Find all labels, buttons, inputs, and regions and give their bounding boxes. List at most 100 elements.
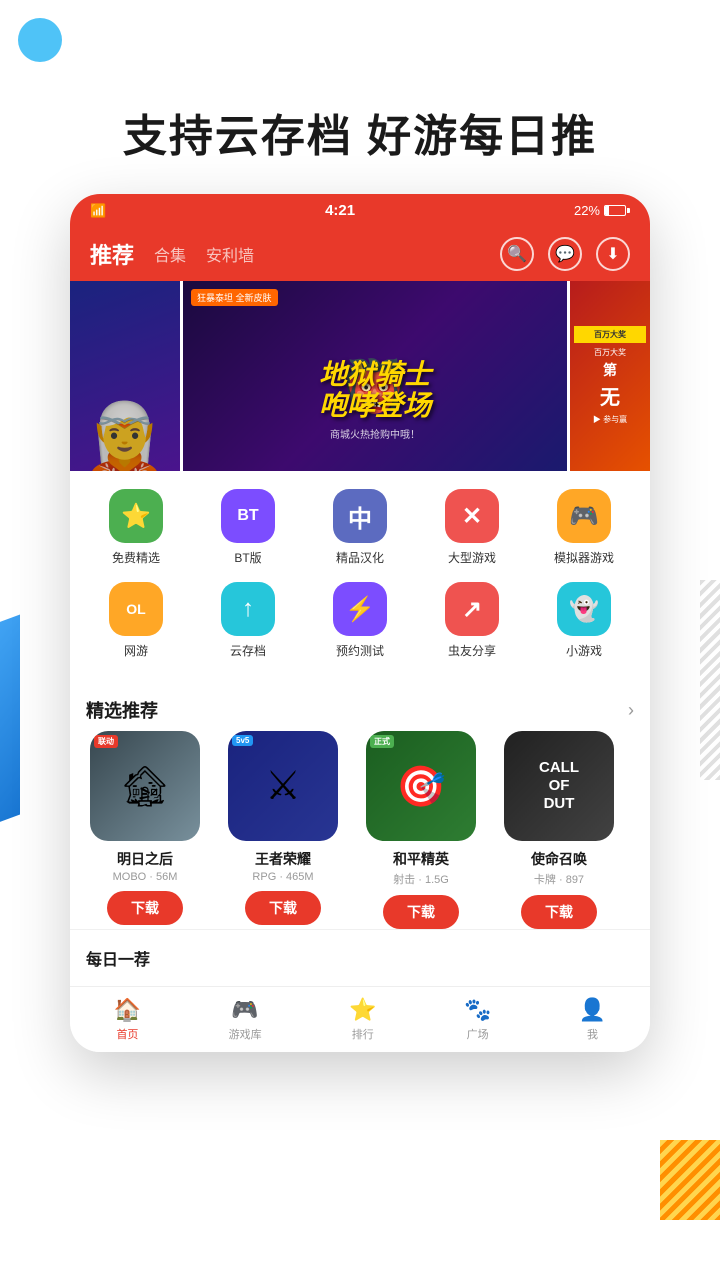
cat-preorder[interactable]: ⚡ 预约测试 xyxy=(315,582,405,659)
cat-bt[interactable]: BT BT版 xyxy=(203,489,293,566)
cat-mini-icon: 👻 xyxy=(557,582,611,636)
cat-bt-label: BT版 xyxy=(234,549,261,566)
game-icon-3[interactable]: CALLOFDUT xyxy=(504,731,614,841)
game-meta-2: 射击 · 1.5G xyxy=(393,871,449,887)
bottom-nav-me-label: 我 xyxy=(587,1026,598,1042)
stripe-right-decoration xyxy=(700,580,720,780)
cat-preorder-icon: ⚡ xyxy=(333,582,387,636)
download-btn-2[interactable]: 下载 xyxy=(383,895,459,929)
cat-bt-icon: BT xyxy=(221,489,275,543)
bottom-hint-text: 每日一荐 xyxy=(86,952,150,969)
game-meta-3: 卡牌 · 897 xyxy=(534,871,584,887)
bottom-hint: 每日一荐 xyxy=(70,929,650,986)
cat-chinese-icon: 中 xyxy=(333,489,387,543)
nav-tab-recommend[interactable]: 安利墙 xyxy=(206,242,254,266)
featured-section-header: 精选推荐 › xyxy=(70,685,650,731)
nav-active-tab[interactable]: 推荐 xyxy=(90,238,134,270)
cat-chinese-label: 精品汉化 xyxy=(336,549,384,566)
nav-tab-collections[interactable]: 合集 xyxy=(154,242,186,266)
cat-chinese[interactable]: 中 精品汉化 xyxy=(315,489,405,566)
cat-online-icon: OL xyxy=(109,582,163,636)
library-icon: 🎮 xyxy=(231,997,258,1023)
game-badge-1: 5v5 xyxy=(232,735,253,746)
cat-share[interactable]: ↗ 虫友分享 xyxy=(427,582,517,659)
game-name-2: 和平精英 xyxy=(366,849,476,869)
game-item-2: 正式 🎯 和平精英 射击 · 1.5G 下载 xyxy=(356,731,486,929)
status-time: 4:21 xyxy=(325,202,355,219)
bottom-nav-home-label: 首页 xyxy=(116,1026,138,1042)
download-btn-0[interactable]: 下载 xyxy=(107,891,183,925)
cat-share-label: 虫友分享 xyxy=(448,642,496,659)
nav-bar: 推荐 合集 安利墙 🔍 💬 ⬇ xyxy=(70,227,650,281)
download-icon[interactable]: ⬇ xyxy=(596,237,630,271)
game-icon-2[interactable]: 正式 🎯 xyxy=(366,731,476,841)
ranking-icon: ⭐ xyxy=(349,997,376,1023)
game-name-3: 使命召唤 xyxy=(504,849,614,869)
game-list: 联动 🏚 明日之后 MOBO · 56M 下载 5v5 ⚔ 王者荣耀 RPG ·… xyxy=(70,731,650,929)
game-name-1: 王者荣耀 xyxy=(228,849,338,869)
cat-preorder-label: 预约测试 xyxy=(336,642,384,659)
category-row-1: ⭐ 免费精选 BT BT版 中 精品汉化 ✕ 大型游戏 🎮 模拟器游戏 xyxy=(80,489,640,566)
cat-emulator-icon: 🎮 xyxy=(557,489,611,543)
battery-icon xyxy=(604,205,630,216)
bottom-nav-library[interactable]: 🎮 游戏库 xyxy=(229,997,262,1042)
banner-center[interactable]: 狂暴泰坦 全新皮肤 👹 地狱骑士咆哮登场 商城火热抢购中哦！ xyxy=(183,281,567,471)
game-item-1: 5v5 ⚔ 王者荣耀 RPG · 465M 下载 xyxy=(218,731,348,929)
game-badge-2: 正式 xyxy=(370,735,394,748)
bottom-nav-plaza[interactable]: 🐾 广场 xyxy=(464,997,491,1042)
phone-mockup: 📶 4:21 22% 推荐 合集 安利墙 🔍 💬 ⬇ xyxy=(70,194,650,1052)
game-meta-0: MOBO · 56M xyxy=(113,871,178,883)
status-bar: 📶 4:21 22% xyxy=(70,194,650,227)
bottom-nav-ranking-label: 排行 xyxy=(352,1026,374,1042)
game-item-0: 联动 🏚 明日之后 MOBO · 56M 下载 xyxy=(80,731,210,929)
category-grid: ⭐ 免费精选 BT BT版 中 精品汉化 ✕ 大型游戏 🎮 模拟器游戏 xyxy=(70,471,650,685)
banner-section: 🧝 狂暴泰坦 全新皮肤 👹 地狱骑士咆哮登场 商城火热抢购中哦！ 百万大奖 xyxy=(70,281,650,471)
home-icon: 🏠 xyxy=(114,997,141,1023)
cat-free[interactable]: ⭐ 免费精选 xyxy=(91,489,181,566)
banner-badge: 狂暴泰坦 全新皮肤 xyxy=(191,289,278,306)
stripe-bottom-right-decoration xyxy=(660,1140,720,1220)
cat-cloud[interactable]: ↑ 云存档 xyxy=(203,582,293,659)
bottom-nav-library-label: 游戏库 xyxy=(229,1026,262,1042)
cat-mini-label: 小游戏 xyxy=(566,642,602,659)
download-btn-3[interactable]: 下载 xyxy=(521,895,597,929)
bottom-nav-home[interactable]: 🏠 首页 xyxy=(114,997,141,1042)
game-meta-1: RPG · 465M xyxy=(252,871,313,883)
cat-online[interactable]: OL 网游 xyxy=(91,582,181,659)
cat-cloud-label: 云存档 xyxy=(230,642,266,659)
bottom-nav-ranking[interactable]: ⭐ 排行 xyxy=(349,997,376,1042)
banner-left-image: 🧝 xyxy=(70,281,180,471)
game-item-3: CALLOFDUT 使命召唤 卡牌 · 897 下载 xyxy=(494,731,624,929)
game-icon-1[interactable]: 5v5 ⚔ xyxy=(228,731,338,841)
status-right: 22% xyxy=(574,203,630,218)
app-tagline: 支持云存档 好游每日推 xyxy=(0,0,720,194)
cat-big-label: 大型游戏 xyxy=(448,549,496,566)
wifi-icon: 📶 xyxy=(90,203,106,219)
message-icon[interactable]: 💬 xyxy=(548,237,582,271)
cat-free-icon: ⭐ xyxy=(109,489,163,543)
bottom-nav-me[interactable]: 👤 我 xyxy=(579,997,606,1042)
banner-center-text: 地狱骑士咆哮登场 商城火热抢购中哦！ xyxy=(193,360,557,441)
download-btn-1[interactable]: 下载 xyxy=(245,891,321,925)
cat-big[interactable]: ✕ 大型游戏 xyxy=(427,489,517,566)
banner-right-text: 百万大奖 第 无 ▶ 参与赢 xyxy=(593,347,627,427)
plaza-icon: 🐾 xyxy=(464,997,491,1023)
cat-online-label: 网游 xyxy=(124,642,148,659)
app-background: 支持云存档 好游每日推 📶 4:21 22% 推荐 合集 安利墙 🔍 xyxy=(0,0,720,1280)
banner-right-badge: 百万大奖 xyxy=(574,326,646,343)
cat-cloud-icon: ↑ xyxy=(221,582,275,636)
cat-mini[interactable]: 👻 小游戏 xyxy=(539,582,629,659)
stripe-left-decoration xyxy=(0,615,20,826)
featured-arrow[interactable]: › xyxy=(628,700,634,721)
banner-left[interactable]: 🧝 xyxy=(70,281,180,471)
nav-icons: 🔍 💬 ⬇ xyxy=(500,237,630,271)
search-icon[interactable]: 🔍 xyxy=(500,237,534,271)
status-left: 📶 xyxy=(90,203,106,219)
game-icon-0[interactable]: 联动 🏚 xyxy=(90,731,200,841)
cat-free-label: 免费精选 xyxy=(112,549,160,566)
featured-title: 精选推荐 xyxy=(86,697,158,723)
banner-right[interactable]: 百万大奖 百万大奖 第 无 ▶ 参与赢 xyxy=(570,281,650,471)
cat-emulator[interactable]: 🎮 模拟器游戏 xyxy=(539,489,629,566)
game-name-0: 明日之后 xyxy=(90,849,200,869)
game-badge-0: 联动 xyxy=(94,735,118,748)
